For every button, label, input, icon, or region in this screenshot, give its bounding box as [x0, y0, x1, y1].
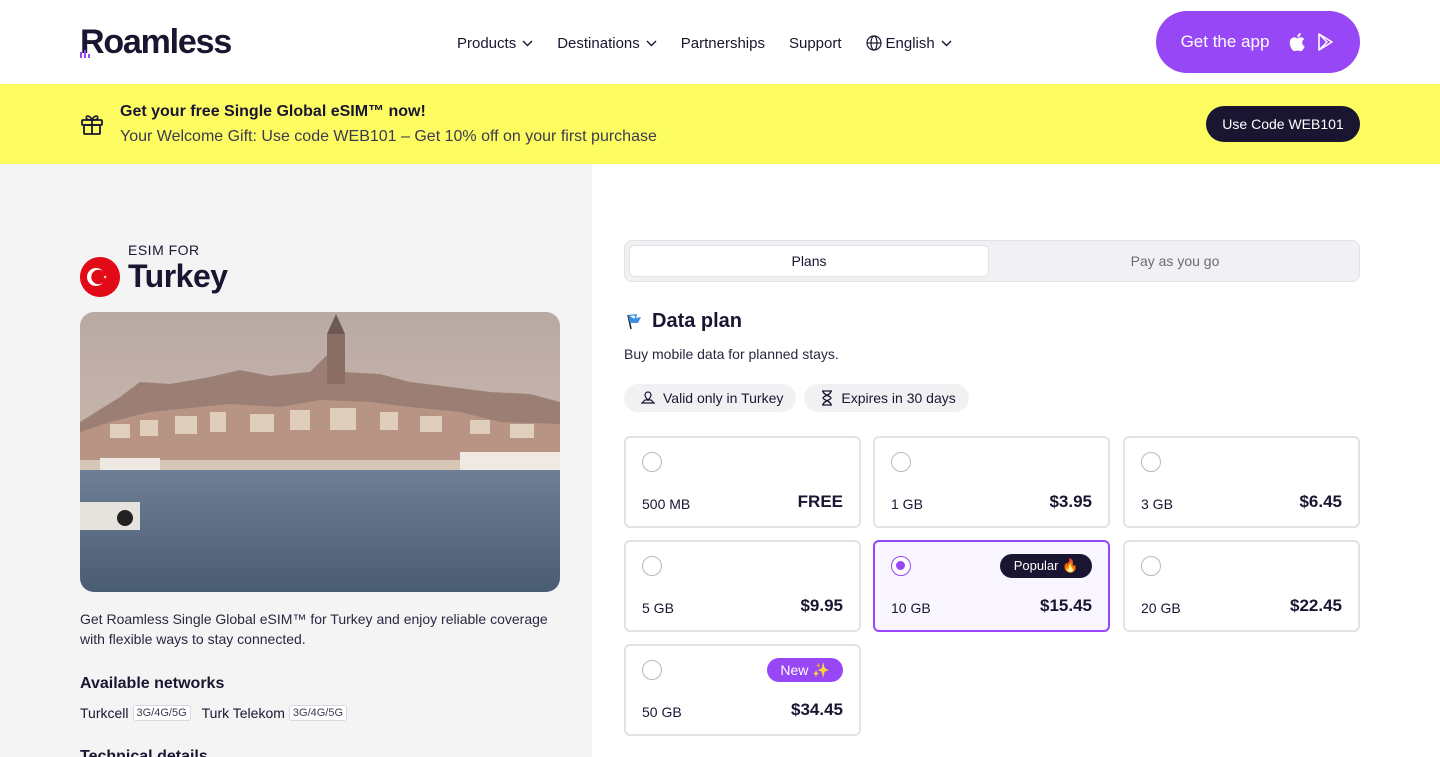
- radio-button[interactable]: [1141, 556, 1161, 576]
- network-name: Turkcell: [80, 705, 129, 721]
- hourglass-icon: [822, 390, 833, 406]
- plan-price: FREE: [797, 492, 843, 511]
- network-tech-badge: 3G/4G/5G: [132, 705, 191, 721]
- get-app-button[interactable]: Get the app: [1156, 11, 1360, 73]
- language-selector[interactable]: English: [865, 32, 952, 54]
- network-name: Turk Telekom: [201, 705, 285, 721]
- data-plan-title: Data plan: [652, 310, 743, 332]
- turkey-flag-icon: [80, 257, 120, 297]
- plan-info-chips: Valid only in Turkey Expires in 30 days: [624, 384, 977, 412]
- nav-partnerships[interactable]: Partnerships: [681, 32, 765, 54]
- plan-option[interactable]: 500 MB FREE: [624, 436, 861, 528]
- chevron-down-icon: [941, 40, 952, 46]
- location-pin-icon: [640, 391, 656, 404]
- plan-size: 5 GB: [642, 600, 674, 616]
- language-label: English: [885, 34, 935, 52]
- nav-destinations[interactable]: Destinations: [557, 32, 657, 54]
- plan-size: 3 GB: [1141, 496, 1173, 512]
- nav-products[interactable]: Products: [457, 32, 533, 54]
- plan-size: 500 MB: [642, 496, 691, 512]
- logo[interactable]: Roamless: [80, 23, 232, 61]
- radio-button[interactable]: [642, 556, 662, 576]
- plan-price: $15.45: [1040, 596, 1092, 615]
- popular-badge: Popular 🔥: [1000, 554, 1092, 578]
- new-badge: New ✨: [767, 658, 843, 682]
- plan-option-selected[interactable]: Popular 🔥 10 GB $15.45: [873, 540, 1110, 632]
- expires-chip: Expires in 30 days: [804, 384, 969, 412]
- data-plan-subtitle: Buy mobile data for planned stays.: [624, 346, 839, 362]
- banner-subtitle: Your Welcome Gift: Use code WEB101 – Get…: [120, 128, 657, 145]
- plan-price: $22.45: [1290, 596, 1342, 615]
- valid-chip-label: Valid only in Turkey: [663, 390, 784, 406]
- radio-button-selected[interactable]: [891, 556, 911, 576]
- globe-icon: [865, 35, 882, 51]
- banner-title: Get your free Single Global eSIM™ now!: [120, 103, 426, 120]
- valid-chip: Valid only in Turkey: [624, 384, 797, 412]
- plan-price: $3.95: [1049, 492, 1092, 511]
- get-app-label: Get the app: [1180, 32, 1270, 51]
- plan-type-tabs: Plans Pay as you go: [624, 240, 1360, 282]
- plan-size: 50 GB: [642, 704, 682, 720]
- use-code-button[interactable]: Use Code WEB101: [1206, 106, 1360, 142]
- plan-option[interactable]: New ✨ 50 GB $34.45: [624, 644, 861, 736]
- tab-plans[interactable]: Plans: [629, 245, 989, 277]
- city-illustration: [80, 312, 560, 592]
- expires-chip-label: Expires in 30 days: [841, 390, 956, 406]
- networks-list: Turkcell 3G/4G/5G Turk Telekom 3G/4G/5G: [80, 705, 358, 721]
- country-info-panel: ESIM FOR Turkey Get Roamless Single Glob…: [0, 164, 592, 757]
- plan-size: 10 GB: [891, 600, 931, 616]
- plan-size: 20 GB: [1141, 600, 1181, 616]
- country-title: Turkey: [128, 258, 228, 294]
- promo-banner: Get your free Single Global eSIM™ now! Y…: [0, 84, 1440, 164]
- plan-price: $34.45: [791, 700, 843, 719]
- apple-icon: [1290, 33, 1306, 51]
- network-tech-badge: 3G/4G/5G: [288, 705, 348, 721]
- plan-option[interactable]: 1 GB $3.95: [873, 436, 1110, 528]
- chevron-down-icon: [522, 40, 533, 46]
- nav-partnerships-label: Partnerships: [680, 34, 765, 52]
- radio-button[interactable]: [642, 660, 662, 680]
- nav-support-label: Support: [788, 34, 842, 52]
- networks-title: Available networks: [80, 675, 225, 692]
- esim-for-label: ESIM FOR: [128, 242, 200, 258]
- country-description: Get Roamless Single Global eSIM™ for Tur…: [80, 611, 548, 647]
- technical-details-title: Technical details: [80, 748, 208, 757]
- istanbul-photo: [80, 312, 560, 592]
- plan-size: 1 GB: [891, 496, 923, 512]
- radio-button[interactable]: [642, 452, 662, 472]
- flag-icon: [627, 314, 641, 330]
- logo-mark-icon: [80, 50, 90, 58]
- site-header: Roamless Products Destinations Partnersh…: [0, 0, 1440, 84]
- logo-text: Roamless: [80, 23, 232, 61]
- plan-option[interactable]: 3 GB $6.45: [1123, 436, 1360, 528]
- nav-support[interactable]: Support: [789, 32, 842, 54]
- plan-option[interactable]: 5 GB $9.95: [624, 540, 861, 632]
- plan-price: $9.95: [800, 596, 843, 615]
- plan-option[interactable]: 20 GB $22.45: [1123, 540, 1360, 632]
- play-store-icon: [1318, 33, 1334, 51]
- nav-products-label: Products: [457, 34, 517, 52]
- tab-pay-as-you-go[interactable]: Pay as you go: [993, 245, 1357, 277]
- chevron-down-icon: [646, 40, 657, 46]
- main-nav: Products Destinations Partnerships Suppo…: [457, 32, 976, 54]
- nav-destinations-label: Destinations: [557, 34, 640, 52]
- radio-button[interactable]: [891, 452, 911, 472]
- radio-button[interactable]: [1141, 452, 1161, 472]
- gift-icon: [81, 115, 103, 135]
- plan-price: $6.45: [1299, 492, 1342, 511]
